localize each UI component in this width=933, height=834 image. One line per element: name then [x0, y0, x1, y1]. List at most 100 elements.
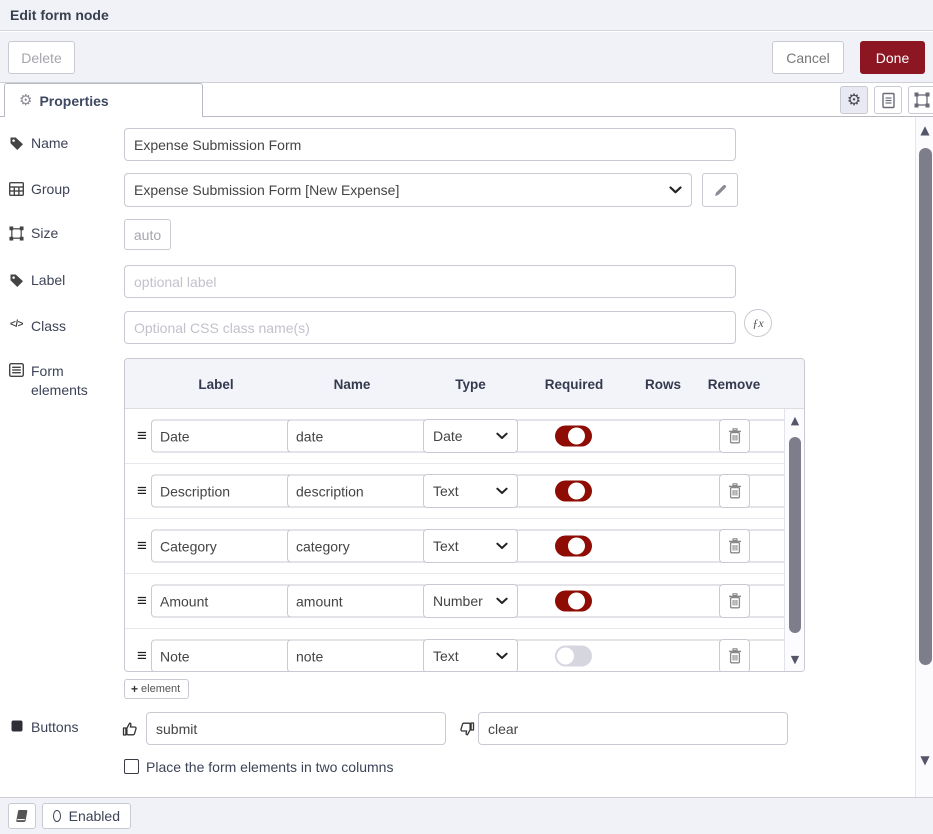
thumbs-up-icon	[122, 721, 138, 737]
buttons-label: Buttons	[8, 719, 120, 735]
edit-group-button[interactable]	[702, 173, 738, 207]
properties-view-button[interactable]: ⚙	[840, 86, 868, 114]
label-label: Label	[8, 272, 120, 288]
group-select[interactable]: Expense Submission Form [New Expense]	[124, 173, 692, 207]
label-input[interactable]	[124, 265, 736, 298]
remove-element-button[interactable]	[719, 529, 750, 563]
tag-icon	[8, 136, 25, 151]
chevron-down-icon	[496, 652, 508, 660]
table-body: ≡ Date ≡ Text	[125, 409, 804, 672]
trash-icon	[728, 538, 742, 554]
scroll-down-arrow[interactable]: ▼	[785, 653, 804, 667]
chevron-down-icon	[496, 542, 508, 550]
dialog-footer: Enabled	[0, 797, 933, 834]
square-icon	[8, 720, 25, 732]
drag-handle[interactable]: ≡	[133, 536, 151, 556]
scroll-down-arrow[interactable]: ▼	[916, 753, 933, 767]
drag-handle[interactable]: ≡	[133, 591, 151, 611]
dialog-toolbar: Delete Cancel Done	[0, 32, 933, 83]
plus-icon: +	[131, 682, 138, 696]
remove-element-button[interactable]	[719, 639, 750, 672]
chevron-down-icon	[496, 432, 508, 440]
element-type-select[interactable]: Text	[423, 529, 518, 563]
enabled-label: Enabled	[69, 808, 120, 824]
tab-bar: ⚙ Properties ⚙	[0, 83, 933, 117]
form-element-row: ≡ Date	[125, 409, 804, 464]
two-columns-checkbox[interactable]	[124, 759, 139, 774]
status-circle-icon	[53, 810, 61, 822]
description-view-button[interactable]	[874, 86, 902, 114]
form-element-row: ≡ Text	[125, 629, 804, 672]
scroll-up-arrow[interactable]: ▲	[916, 123, 933, 137]
form-element-row: ≡ Text	[125, 519, 804, 574]
document-icon	[881, 92, 896, 109]
required-toggle[interactable]	[555, 536, 592, 557]
element-type-select[interactable]: Number	[423, 584, 518, 618]
drag-handle[interactable]: ≡	[133, 426, 151, 446]
toggle-knob	[557, 648, 574, 665]
done-button[interactable]: Done	[860, 41, 925, 74]
trash-icon	[728, 428, 742, 444]
required-toggle[interactable]	[555, 591, 592, 612]
chevron-down-icon	[669, 186, 682, 194]
required-toggle[interactable]	[555, 646, 592, 667]
size-frame-icon	[8, 226, 25, 241]
remove-element-button[interactable]	[719, 419, 750, 453]
element-type-select[interactable]: Date	[423, 419, 518, 453]
thumbs-down-icon	[459, 721, 475, 737]
cancel-button[interactable]: Cancel	[772, 41, 844, 74]
name-input[interactable]	[124, 128, 736, 161]
list-icon	[8, 363, 25, 377]
toggle-knob	[568, 593, 585, 610]
remove-element-button[interactable]	[719, 474, 750, 508]
element-type-select[interactable]: Text	[423, 639, 518, 672]
node-info-button[interactable]	[8, 803, 36, 829]
enabled-toggle-button[interactable]: Enabled	[42, 803, 131, 829]
code-icon: </>	[8, 319, 25, 330]
trash-icon	[728, 648, 742, 664]
element-type-select[interactable]: Text	[423, 474, 518, 508]
name-label: Name	[8, 135, 120, 151]
tag-icon	[8, 273, 25, 288]
form-element-row: ≡ Text	[125, 464, 804, 519]
name-row: Name	[0, 128, 915, 161]
col-header-required: Required	[523, 359, 625, 409]
appearance-view-button[interactable]	[908, 86, 933, 114]
trash-icon	[728, 593, 742, 609]
toggle-knob	[568, 538, 585, 555]
two-columns-row: Place the form elements in two columns	[0, 759, 915, 776]
col-header-name: Name	[287, 359, 417, 409]
scroll-up-arrow[interactable]: ▲	[785, 414, 804, 428]
dialog-header: Edit form node	[0, 0, 933, 31]
size-button[interactable]: auto	[124, 219, 171, 250]
col-header-type: Type	[423, 359, 518, 409]
add-element-button[interactable]: + element	[124, 679, 189, 699]
element-type-value: Text	[433, 538, 459, 554]
expression-button[interactable]: ƒx	[744, 309, 772, 337]
class-input[interactable]	[124, 311, 736, 344]
drag-handle[interactable]: ≡	[133, 646, 151, 666]
submit-button-input[interactable]	[146, 712, 446, 745]
size-label: Size	[8, 225, 120, 241]
element-type-value: Text	[433, 648, 459, 664]
col-header-remove: Remove	[686, 359, 782, 409]
form-elements-label: Form elements	[8, 362, 94, 400]
remove-element-button[interactable]	[719, 584, 750, 618]
element-type-value: Number	[433, 593, 483, 609]
chevron-down-icon	[496, 597, 508, 605]
main-scrollbar-thumb[interactable]	[919, 148, 932, 665]
tab-properties-label: Properties	[39, 93, 108, 109]
table-header: Label Name Type Required Rows Remove	[125, 359, 804, 409]
delete-button[interactable]: Delete	[8, 41, 75, 74]
drag-handle[interactable]: ≡	[133, 481, 151, 501]
required-toggle[interactable]	[555, 426, 592, 447]
gear-icon: ⚙	[19, 93, 32, 108]
tab-properties[interactable]: ⚙ Properties	[4, 83, 203, 117]
dialog-title: Edit form node	[10, 7, 109, 23]
required-toggle[interactable]	[555, 481, 592, 502]
chevron-down-icon	[496, 487, 508, 495]
class-label: </> Class	[8, 318, 120, 334]
clear-button-input[interactable]	[478, 712, 788, 745]
main-scrollbar: ▲ ▼	[915, 117, 933, 797]
table-scrollbar-thumb[interactable]	[789, 437, 801, 633]
